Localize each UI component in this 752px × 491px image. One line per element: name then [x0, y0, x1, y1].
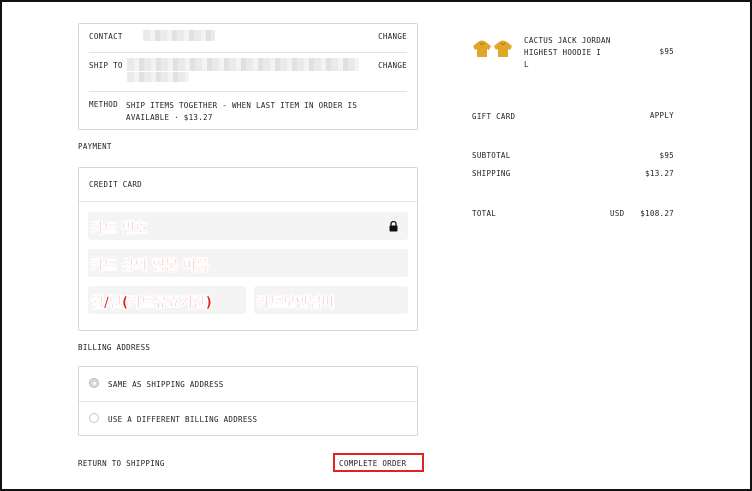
- divider: [79, 201, 417, 202]
- divider: [89, 52, 407, 53]
- subtotal-value: $95: [659, 151, 674, 160]
- billing-heading: BILLING ADDRESS: [78, 343, 151, 352]
- cart-item-price: $95: [659, 47, 674, 56]
- method-value: SHIP ITEMS TOGETHER - WHEN LAST ITEM IN …: [126, 101, 358, 122]
- billing-option-same-label: SAME AS SHIPPING ADDRESS: [108, 380, 224, 389]
- lock-icon: [389, 221, 398, 232]
- subtotal-label: SUBTOTAL: [472, 151, 511, 160]
- credit-card-label[interactable]: CREDIT CARD: [89, 180, 142, 189]
- hoodie-icon: [494, 40, 512, 57]
- card-number-field[interactable]: 카드 번호: [88, 212, 408, 240]
- total-currency: USD: [610, 209, 625, 218]
- radio-same-as-shipping[interactable]: [89, 378, 99, 388]
- contact-label: CONTACT: [89, 32, 123, 41]
- billing-box: SAME AS SHIPPING ADDRESS USE A DIFFERENT…: [78, 366, 418, 436]
- cart-item-name: CACTUS JACK JORDAN HIGHEST HOODIE I L: [524, 35, 644, 71]
- divider: [89, 91, 407, 92]
- radio-different-billing[interactable]: [89, 413, 99, 423]
- contact-value-redacted: [143, 30, 215, 41]
- card-name-annotation: 카드 상의 영문 이름: [91, 258, 209, 274]
- gift-card-label[interactable]: GIFT CARD: [472, 112, 515, 121]
- billing-option-different[interactable]: USE A DIFFERENT BILLING ADDRESS: [79, 402, 417, 436]
- cart-item-name-line: L: [524, 60, 529, 69]
- total-label: TOTAL: [472, 209, 497, 218]
- hoodie-icon: [473, 40, 491, 57]
- change-ship-to-link[interactable]: CHANGE: [378, 61, 407, 70]
- billing-option-different-label: USE A DIFFERENT BILLING ADDRESS: [108, 415, 258, 424]
- return-to-shipping-link[interactable]: RETURN TO SHIPPING: [78, 459, 165, 468]
- cvv-field[interactable]: 카드보안넘버: [254, 286, 408, 314]
- payment-box: CREDIT CARD 카드 번호 카드 상의 영문 이름 월/년(카드유효기간…: [78, 167, 418, 331]
- apply-gift-card-button[interactable]: APPLY: [650, 111, 674, 120]
- shipping-value: $13.27: [645, 169, 674, 178]
- shipping-label: SHIPPING: [472, 169, 511, 178]
- change-contact-link[interactable]: CHANGE: [378, 32, 407, 41]
- complete-order-label: COMPLETE ORDER: [339, 459, 407, 468]
- ship-to-label: SHIP TO: [89, 61, 123, 70]
- cart-item-thumbnail: [472, 38, 516, 60]
- payment-heading: PAYMENT: [78, 142, 112, 151]
- ship-to-value-redacted: [127, 58, 359, 71]
- method-label: METHOD: [89, 100, 118, 109]
- complete-order-button[interactable]: COMPLETE ORDER: [333, 453, 424, 472]
- cvv-annotation: 카드보안넘버: [257, 295, 335, 311]
- total-value: $108.27: [640, 209, 674, 218]
- cart-item-name-line: HIGHEST HOODIE I: [524, 48, 602, 57]
- expiry-annotation: 월/년(카드유효기간): [91, 295, 212, 311]
- ship-to-value-redacted-2: [127, 72, 189, 82]
- expiry-field[interactable]: 월/년(카드유효기간): [88, 286, 246, 314]
- card-name-field[interactable]: 카드 상의 영문 이름: [88, 249, 408, 277]
- billing-option-same[interactable]: SAME AS SHIPPING ADDRESS: [79, 367, 417, 401]
- card-number-annotation: 카드 번호: [91, 221, 148, 237]
- order-summary-box: CONTACT CHANGE SHIP TO CHANGE METHOD SHI…: [78, 23, 418, 130]
- cart-item-name-line: CACTUS JACK JORDAN: [524, 36, 611, 45]
